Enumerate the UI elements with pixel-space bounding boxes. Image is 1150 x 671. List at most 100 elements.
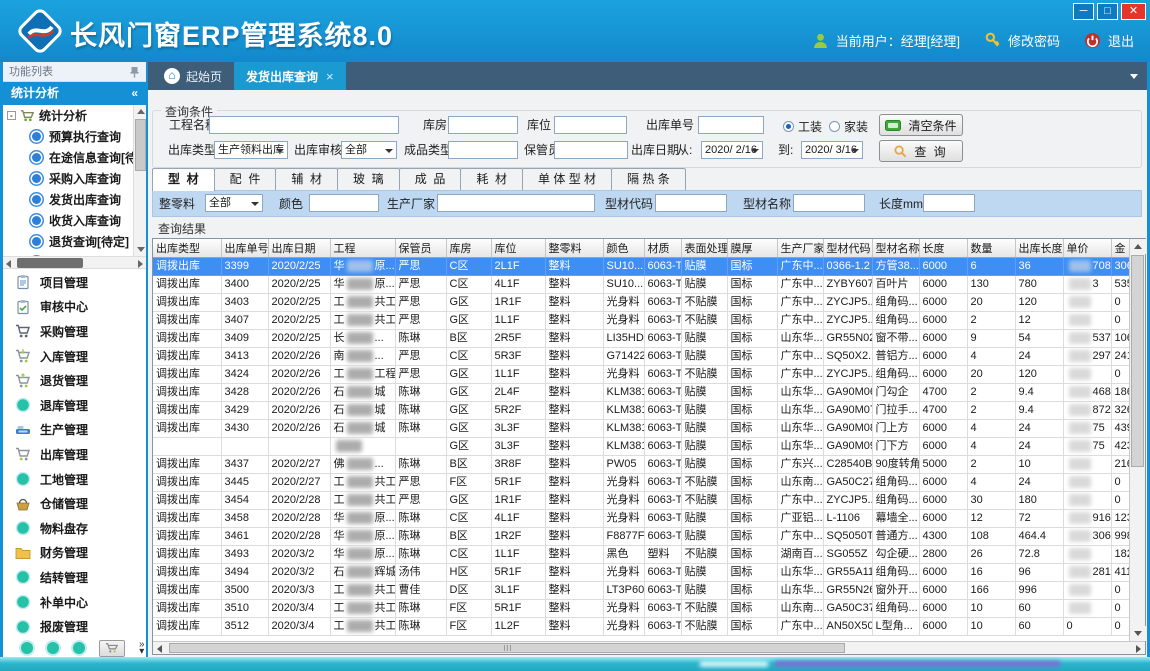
tree-item-3[interactable]: 发货出库查询 xyxy=(3,189,146,210)
column-header-film[interactable]: 膜厚 xyxy=(727,239,777,257)
column-header-name[interactable]: 型材名称 xyxy=(872,239,919,257)
module-dot-icon[interactable] xyxy=(47,642,59,654)
table-row[interactable]: 调拨出库35102020/3/4工共工程陈琳F区5R1F整料光身料6063-T5… xyxy=(153,599,1131,617)
material-tab-5[interactable]: 耗 材 xyxy=(460,168,523,190)
scroll-up-icon[interactable] xyxy=(137,109,145,114)
tree-expander-icon[interactable]: - xyxy=(7,111,16,120)
sidebar-menu-item-1[interactable]: 审核中心 xyxy=(3,295,146,320)
radio-home[interactable]: 家装 xyxy=(829,118,868,135)
table-row[interactable]: 调拨出库34242020/2/26工工程严思G区1L1F整料光身料6063-T5… xyxy=(153,365,1131,383)
tree-item-0[interactable]: 预算执行查询 xyxy=(3,126,146,147)
column-header-qty[interactable]: 数量 xyxy=(967,239,1015,257)
table-row[interactable]: 调拨出库34302020/2/26石城陈琳G区3L3F整料KLM38176063… xyxy=(153,419,1131,437)
material-tab-2[interactable]: 辅 材 xyxy=(275,168,338,190)
tree-item-1[interactable]: 在途信息查询[待定] xyxy=(3,147,146,168)
tree-horizontal-scrollbar[interactable] xyxy=(3,256,146,269)
column-header-date[interactable]: 出库日期 xyxy=(268,239,330,257)
sidebar-menu-item-4[interactable]: 退货管理 xyxy=(3,368,146,393)
table-row[interactable]: 调拨出库34072020/2/25工共工程严思G区1L1F整料光身料6063-T… xyxy=(153,311,1131,329)
outbound-no-input[interactable] xyxy=(698,116,764,134)
table-row[interactable]: 调拨出库34282020/2/26石城陈琳G区2L4F整料KLM38176063… xyxy=(153,383,1131,401)
column-header-color[interactable]: 颜色 xyxy=(603,239,644,257)
keeper-input[interactable] xyxy=(554,141,628,159)
material-tab-0[interactable]: 型 材 xyxy=(152,168,215,191)
table-row[interactable]: 调拨出库34612020/2/28华原...陈琳B区1R2F整料F8877FT6… xyxy=(153,527,1131,545)
column-header-proj[interactable]: 工程 xyxy=(330,239,395,257)
sidebar-menu-item-5[interactable]: 退库管理 xyxy=(3,393,146,418)
module-dot-icon[interactable] xyxy=(73,642,85,654)
project-name-input[interactable] xyxy=(209,116,399,134)
collapse-icon[interactable]: « xyxy=(131,82,138,105)
table-row[interactable]: 调拨出库34292020/2/26石城陈琳G区5R2F整料KLM38176063… xyxy=(153,401,1131,419)
column-header-whole[interactable]: 整零料 xyxy=(545,239,603,257)
radio-industrial[interactable]: 工装 xyxy=(783,118,822,135)
column-header-outlen[interactable]: 出库长度 xyxy=(1015,239,1063,257)
sidebar-menu-item-12[interactable]: 结转管理 xyxy=(3,565,146,590)
material-tab-4[interactable]: 成 品 xyxy=(399,168,462,190)
whole-part-select[interactable]: 全部 xyxy=(205,194,263,212)
table-row[interactable]: 调拨出库34542020/2/28工共工程严思G区1R1F整料光身料6063-T… xyxy=(153,491,1131,509)
column-header-code[interactable]: 型材代码 xyxy=(823,239,872,257)
profile-name-input[interactable] xyxy=(793,194,865,212)
table-row[interactable]: 调拨出库34372020/2/27佛...陈琳B区3R8F整料PW056063-… xyxy=(153,455,1131,473)
sidebar-menu-item-2[interactable]: 采购管理 xyxy=(3,319,146,344)
column-header-amt[interactable]: 金 xyxy=(1111,239,1131,257)
change-password-link[interactable]: 修改密码 xyxy=(1008,31,1060,50)
table-row[interactable]: 调拨出库34002020/2/25华原...严思C区4L1F整料SU10...6… xyxy=(153,275,1131,293)
column-header-type[interactable]: 出库类型 xyxy=(153,239,221,257)
column-header-keeper[interactable]: 保管员 xyxy=(395,239,446,257)
table-vscroll-thumb[interactable] xyxy=(1131,255,1144,467)
date-from-select[interactable]: 2020/ 2/16 xyxy=(701,141,763,159)
length-input[interactable] xyxy=(923,194,975,212)
column-header-no[interactable]: 出库单号 xyxy=(221,239,268,257)
tree-item-4[interactable]: 收货入库查询 xyxy=(3,210,146,231)
section-header-statistics[interactable]: 统计分析 « xyxy=(3,82,146,105)
table-row[interactable]: 调拨出库34032020/2/25工共工程严思G区1R1F整料光身料6063-T… xyxy=(153,293,1131,311)
tree-item-2[interactable]: 采购入库查询 xyxy=(3,168,146,189)
column-header-price[interactable]: 单价 xyxy=(1063,239,1111,257)
sidebar-menu-item-10[interactable]: 物料盘存 xyxy=(3,516,146,541)
table-row[interactable]: 调拨出库34932020/3/2华原...陈琳C区1L1F整料黑色塑料不贴膜国标… xyxy=(153,545,1131,563)
more-modules-button[interactable]: »▾ xyxy=(139,641,145,655)
material-tab-7[interactable]: 隔 热 条 xyxy=(611,168,686,190)
sidebar-menu-item-8[interactable]: 工地管理 xyxy=(3,467,146,492)
sidebar-menu-item-0[interactable]: 项目管理 xyxy=(3,270,146,295)
column-header-wh[interactable]: 库房 xyxy=(446,239,491,257)
close-button[interactable]: ✕ xyxy=(1121,3,1146,20)
column-header-len[interactable]: 长度 xyxy=(919,239,967,257)
table-vertical-scrollbar[interactable] xyxy=(1129,239,1145,641)
cart-module-button[interactable] xyxy=(99,640,125,657)
outbound-audit-select[interactable]: 全部 xyxy=(341,141,397,159)
table-row[interactable]: 调拨出库34582020/2/28华原...陈琳C区4L1F整料光身料6063-… xyxy=(153,509,1131,527)
scroll-up-button[interactable] xyxy=(1130,239,1146,254)
table-row[interactable]: 调拨出库34132020/2/26南...严思C区5R3F整料G71422606… xyxy=(153,347,1131,365)
location-input[interactable] xyxy=(554,116,627,134)
tab-list-dropdown-icon[interactable] xyxy=(1130,74,1138,79)
table-row[interactable]: G区3L3F整料KLM38176063-T5贴膜国标山东华...GA90M09.… xyxy=(153,437,1131,455)
sidebar-menu-item-7[interactable]: 出库管理 xyxy=(3,442,146,467)
table-row[interactable]: 调拨出库33992020/2/25华原...严思C区2L1F整料SU10...6… xyxy=(153,257,1131,275)
table-hscroll-thumb[interactable] xyxy=(169,643,845,653)
sidebar-menu-item-9[interactable]: 仓储管理 xyxy=(3,491,146,516)
tab-close-icon[interactable]: × xyxy=(326,69,334,84)
tree-vscroll-thumb[interactable] xyxy=(135,119,146,171)
sidebar-menu-item-11[interactable]: 财务管理 xyxy=(3,541,146,566)
scroll-right-icon[interactable] xyxy=(1136,645,1141,653)
column-header-mat[interactable]: 材质 xyxy=(644,239,681,257)
table-row[interactable]: 调拨出库34942020/3/2石辉城汤伟H区5R1F整料光身料6063-T5贴… xyxy=(153,563,1131,581)
minimize-button[interactable]: ─ xyxy=(1073,3,1094,20)
column-header-surf[interactable]: 表面处理 xyxy=(681,239,727,257)
column-header-loc[interactable]: 库位 xyxy=(491,239,545,257)
table-row[interactable]: 调拨出库34092020/2/25长...陈琳B区2R5F整料LI35HD606… xyxy=(153,329,1131,347)
profile-code-input[interactable] xyxy=(655,194,727,212)
sidebar-menu-item-6[interactable]: 生产管理 xyxy=(3,418,146,443)
logout-link[interactable]: 退出 xyxy=(1108,31,1134,50)
scroll-right-icon[interactable] xyxy=(138,260,143,268)
search-button[interactable]: 查 询 xyxy=(879,140,963,162)
material-tab-6[interactable]: 单 体 型 材 xyxy=(522,168,612,190)
maximize-button[interactable]: □ xyxy=(1097,3,1118,20)
pin-icon[interactable] xyxy=(129,66,140,78)
column-header-mfr[interactable]: 生产厂家 xyxy=(777,239,823,257)
tree-root-statistics[interactable]: - 统计分析 xyxy=(3,105,146,126)
scroll-down-button[interactable] xyxy=(1130,626,1146,641)
